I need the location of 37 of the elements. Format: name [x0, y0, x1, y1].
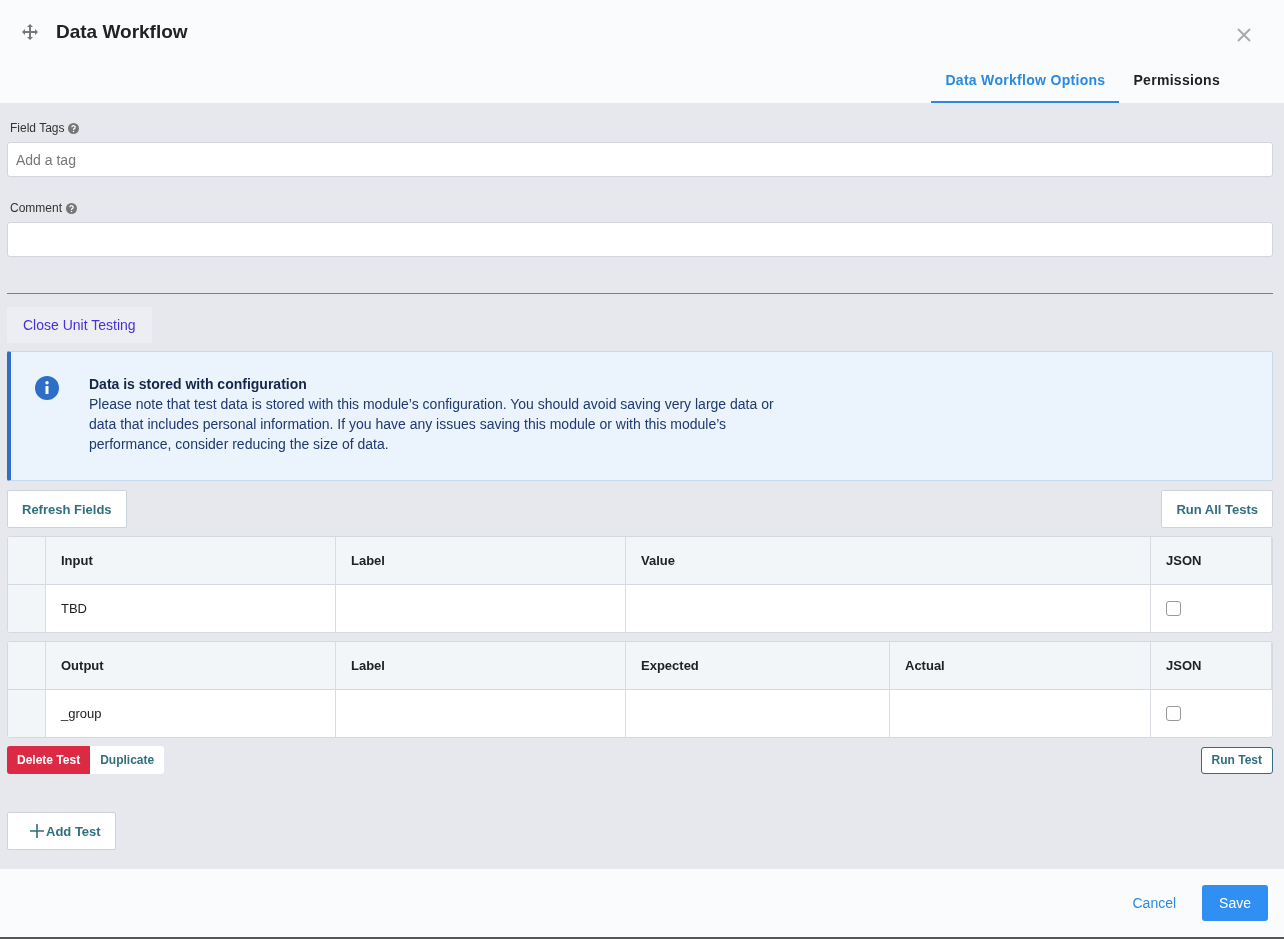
- plus-icon: [30, 824, 44, 838]
- add-test-button[interactable]: Add Test: [7, 812, 116, 850]
- text-field[interactable]: [7, 222, 1273, 257]
- delete-test-button[interactable]: Delete Test: [7, 746, 91, 774]
- field-label: Field Tags: [10, 121, 65, 135]
- column-header: JSON: [1151, 537, 1272, 585]
- field-label: Comment: [10, 201, 62, 215]
- save-button[interactable]: Save: [1202, 885, 1268, 921]
- table-cell: _group: [46, 690, 336, 737]
- close-unit-testing-button[interactable]: Close Unit Testing: [7, 307, 152, 343]
- column-header: Expected: [626, 642, 890, 690]
- table-cell: TBD: [46, 585, 336, 632]
- run-test-button[interactable]: Run Test: [1200, 746, 1273, 774]
- help-icon[interactable]: [68, 122, 80, 134]
- refresh-fields-button[interactable]: Refresh Fields: [7, 490, 127, 528]
- info-icon: [35, 376, 59, 400]
- window-title: Data Workflow: [56, 21, 189, 43]
- column-header: Label: [336, 642, 626, 690]
- notice-title: Data is stored with configuration: [89, 376, 308, 392]
- tab[interactable]: Data Workflow Options: [931, 72, 1120, 103]
- duplicate-button[interactable]: Duplicate: [90, 746, 165, 774]
- column-header: Input: [46, 537, 336, 585]
- move-icon[interactable]: [22, 24, 38, 40]
- help-icon[interactable]: [66, 202, 77, 214]
- text-field[interactable]: Add a tag: [7, 142, 1273, 177]
- run-all-tests-button[interactable]: Run All Tests: [1161, 490, 1273, 528]
- checkbox[interactable]: [1166, 706, 1181, 721]
- close-icon[interactable]: [1237, 28, 1251, 42]
- column-header: Value: [626, 537, 1151, 585]
- column-header: JSON: [1151, 642, 1272, 690]
- column-header: Label: [336, 537, 626, 585]
- cancel-button[interactable]: Cancel: [1126, 894, 1183, 912]
- column-header: Output: [46, 642, 336, 690]
- checkbox[interactable]: [1166, 601, 1181, 616]
- notice-text: Please note that test data is stored with this module’s configuration. You should avoid saving very large data or data that includes personal information. If you have any issues saving this module or with this module’s performance, consider reducing the size of data.: [89, 395, 775, 454]
- column-header: Actual: [890, 642, 1151, 690]
- tab[interactable]: Permissions: [1119, 72, 1234, 103]
